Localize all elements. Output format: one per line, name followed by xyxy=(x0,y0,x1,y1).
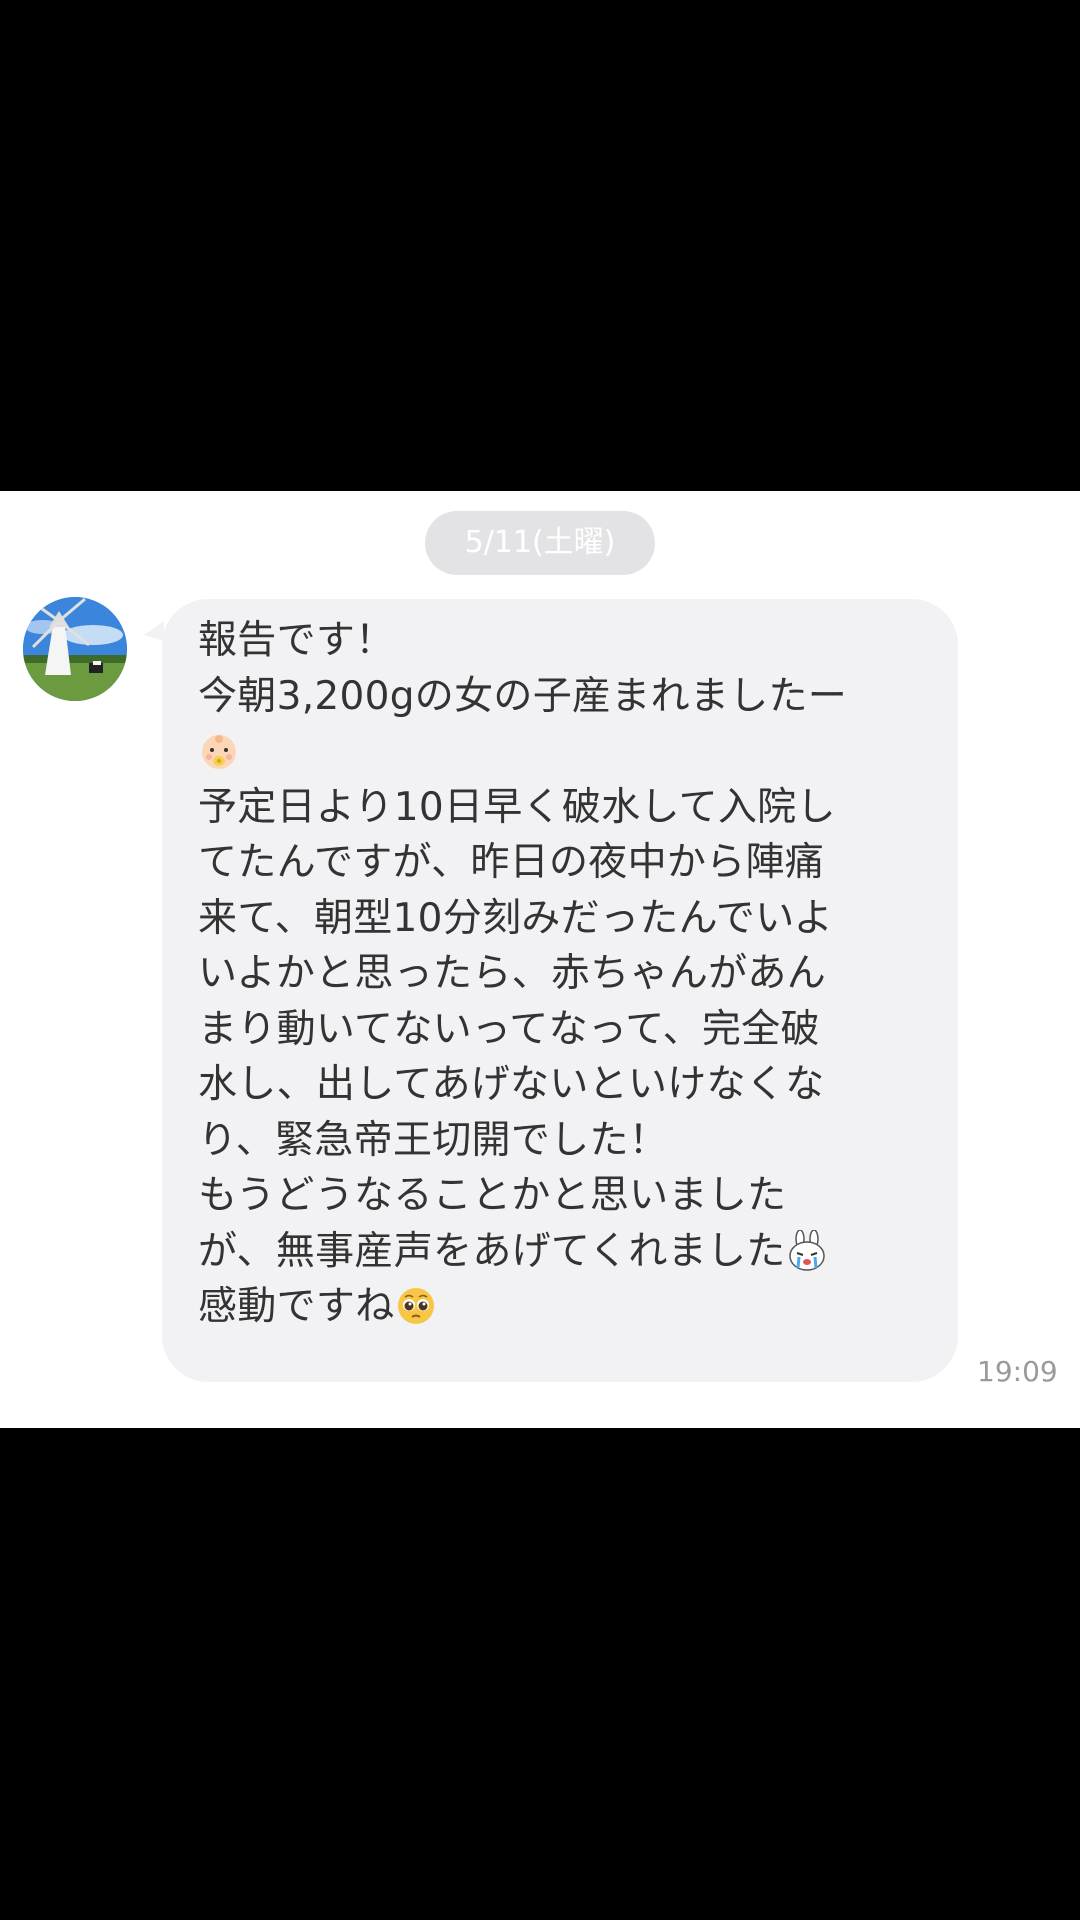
message-line: 来て、朝型10分刻みだったんでいよ xyxy=(198,895,834,941)
message-line: り、緊急帝王切開でした！ xyxy=(198,1117,669,1163)
top-black-bar xyxy=(0,0,1080,491)
message-line: まり動いてないってなって、完全破 xyxy=(198,1006,820,1052)
windmill-photo-icon xyxy=(23,597,127,701)
message-bubble[interactable]: 報告です！ 今朝3,200gの女の子産まれましたー 予定日より10日早く破水して… xyxy=(162,599,958,1382)
message-line: てたんですが、昨日の夜中から陣痛 xyxy=(198,840,825,885)
message-line: 今朝3,200gの女の子産まれましたー xyxy=(198,673,848,719)
message-line: 感動ですね xyxy=(198,1279,938,1335)
message-line: いよかと思ったら、赤ちゃんがあん xyxy=(198,951,827,996)
message-text: 報告です！ 今朝3,200gの女の子産まれましたー 予定日より10日早く破水して… xyxy=(198,613,938,1335)
message-line-text: が、無事産声をあげてくれました xyxy=(198,1228,786,1274)
message-line xyxy=(198,724,938,780)
message-line-text: 感動ですね xyxy=(198,1284,395,1329)
message-line: もうどうなることかと思いました xyxy=(198,1173,787,1218)
message-line: 予定日より10日早く破水して入院し xyxy=(198,784,836,830)
pleading-face-emoji-icon xyxy=(397,1288,434,1324)
message-line: 報告です！ xyxy=(198,618,395,663)
message-line: が、無事産声をあげてくれました xyxy=(198,1224,938,1280)
date-separator: 5/11(土曜) xyxy=(425,511,655,575)
baby-emoji-icon xyxy=(202,735,236,769)
message-line: 水し、出してあげないといけなくな xyxy=(198,1062,825,1107)
message-timestamp: 19:09 xyxy=(977,1355,1058,1388)
avatar[interactable] xyxy=(23,597,127,701)
crying-bunny-emoji-icon xyxy=(788,1229,825,1271)
chat-area[interactable]: 5/11(土曜) 報告です！ 今朝3,200gの女の子産まれましたー 予定日より… xyxy=(0,491,1080,1428)
bottom-black-bar xyxy=(0,1428,1080,1920)
bubble-tail xyxy=(144,621,164,641)
